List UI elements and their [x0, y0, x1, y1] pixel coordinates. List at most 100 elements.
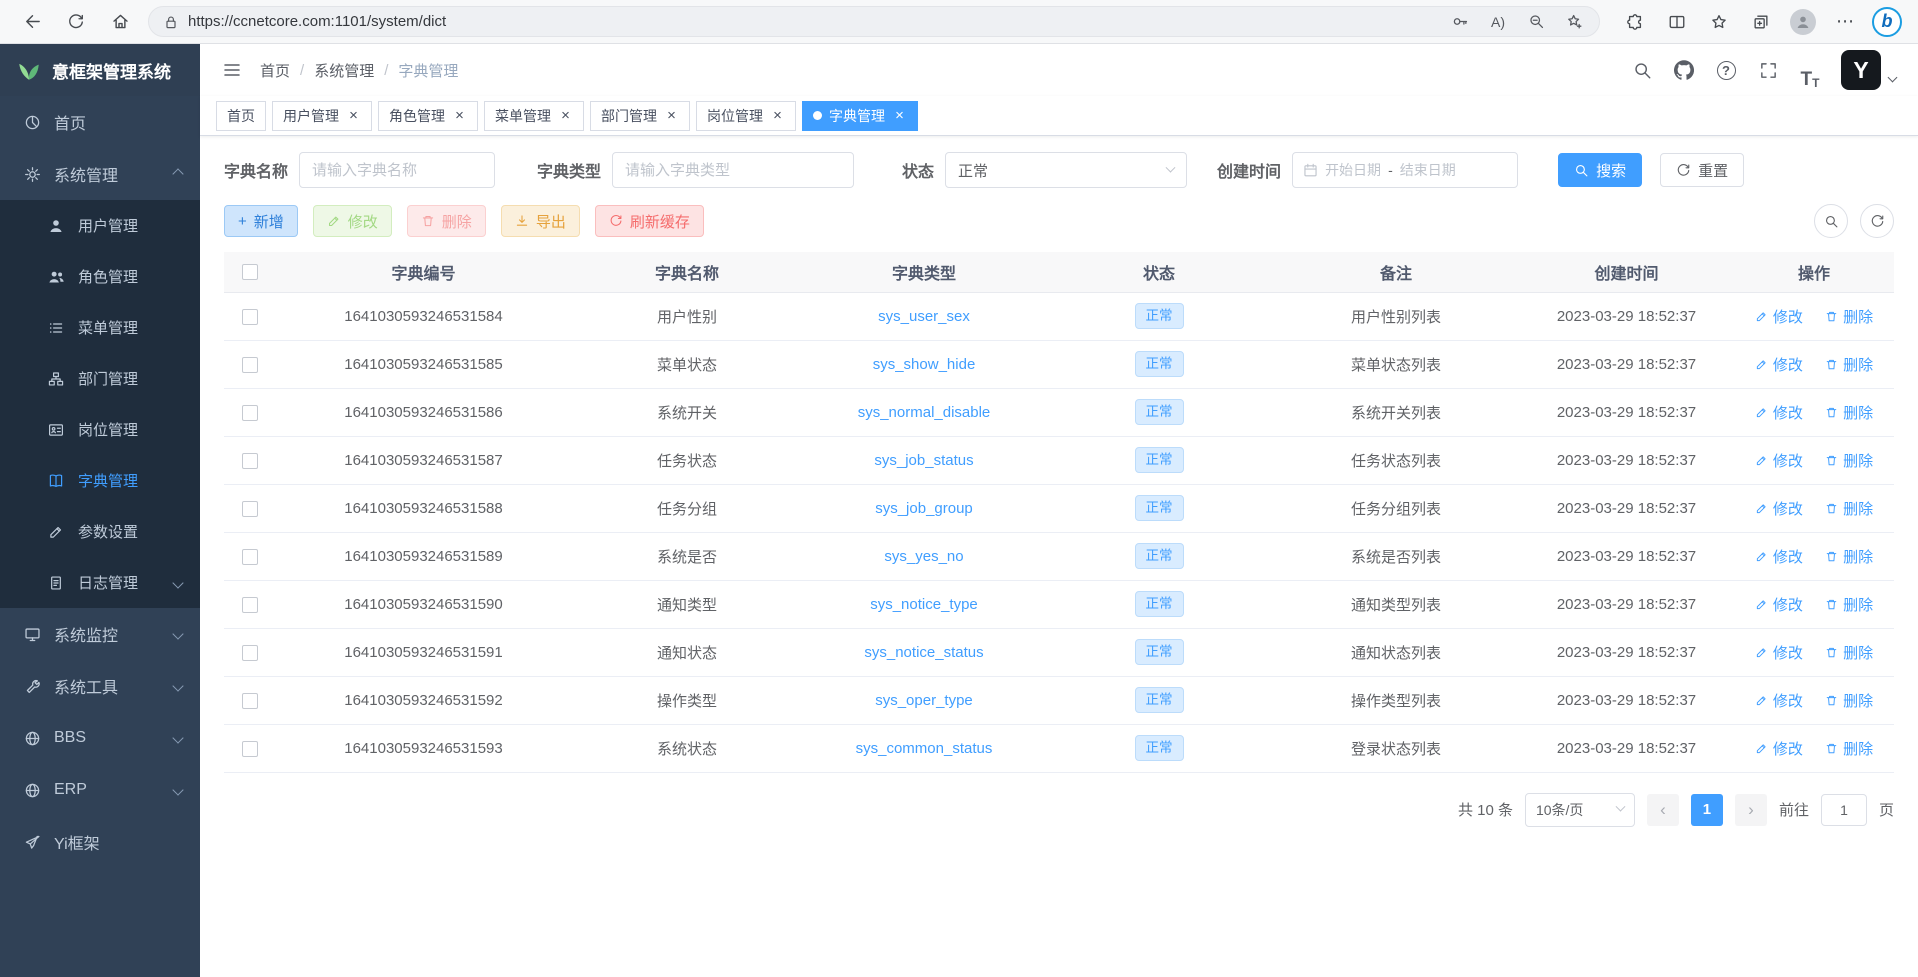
row-checkbox[interactable]: [242, 357, 258, 373]
sidebar-item-log-management[interactable]: 日志管理: [0, 557, 200, 608]
user-avatar[interactable]: Y: [1841, 50, 1881, 90]
dict-type-link[interactable]: sys_yes_no: [884, 548, 963, 565]
sidebar-item-dict-management[interactable]: 字典管理: [0, 455, 200, 506]
fullscreen-button[interactable]: [1749, 51, 1787, 89]
prev-page-button[interactable]: ‹: [1647, 794, 1679, 826]
sidebar-toggle-button[interactable]: [214, 52, 250, 88]
row-edit-button[interactable]: 修改: [1755, 690, 1803, 711]
row-checkbox[interactable]: [242, 405, 258, 421]
row-checkbox[interactable]: [242, 501, 258, 517]
sidebar-item-dept-management[interactable]: 部门管理: [0, 353, 200, 404]
bing-copilot-button[interactable]: b: [1866, 4, 1908, 40]
tab-dict-management[interactable]: 字典管理 ×: [802, 101, 918, 131]
goto-page-input[interactable]: [1821, 794, 1867, 826]
browser-back-button[interactable]: [10, 4, 54, 40]
sidebar-item-bbs[interactable]: BBS: [0, 712, 200, 764]
profile-button[interactable]: [1782, 4, 1824, 40]
breadcrumb-item-home[interactable]: 首页: [260, 60, 290, 81]
sidebar-item-user-management[interactable]: 用户管理: [0, 200, 200, 251]
row-delete-button[interactable]: 删除: [1825, 690, 1873, 711]
table-row[interactable]: 1641030593246531590 通知类型 sys_notice_type…: [224, 580, 1894, 628]
zoom-out-icon[interactable]: [1517, 8, 1555, 35]
table-row[interactable]: 1641030593246531589 系统是否 sys_yes_no 正常 系…: [224, 532, 1894, 580]
add-button[interactable]: + 新增: [224, 205, 298, 237]
row-edit-button[interactable]: 修改: [1755, 450, 1803, 471]
app-logo[interactable]: 意框架管理系统: [0, 44, 200, 96]
browser-home-button[interactable]: [98, 4, 142, 40]
status-select[interactable]: 正常: [945, 152, 1187, 188]
tab-dept-management[interactable]: 部门管理 ×: [590, 101, 690, 131]
browser-refresh-button[interactable]: [54, 4, 98, 40]
dict-type-link[interactable]: sys_job_group: [875, 500, 973, 517]
dict-type-link[interactable]: sys_notice_type: [870, 596, 978, 613]
row-checkbox[interactable]: [242, 645, 258, 661]
sidebar-item-erp[interactable]: ERP: [0, 764, 200, 816]
breadcrumb-item-system[interactable]: 系统管理: [314, 60, 374, 81]
refresh-cache-button[interactable]: 刷新缓存: [595, 205, 704, 237]
row-edit-button[interactable]: 修改: [1755, 498, 1803, 519]
row-checkbox[interactable]: [242, 693, 258, 709]
row-delete-button[interactable]: 删除: [1825, 402, 1873, 423]
address-bar[interactable]: https://ccnetcore.com:1101/system/dict A…: [148, 6, 1600, 37]
read-aloud-icon[interactable]: A): [1479, 8, 1517, 35]
sidebar-item-system-tools[interactable]: 系统工具: [0, 660, 200, 712]
tab-close-icon[interactable]: ×: [346, 108, 361, 123]
table-row[interactable]: 1641030593246531586 系统开关 sys_normal_disa…: [224, 388, 1894, 436]
favorites-button[interactable]: [1698, 4, 1740, 40]
tab-close-icon[interactable]: ×: [558, 108, 573, 123]
search-button[interactable]: 搜索: [1558, 153, 1642, 187]
add-favorite-icon[interactable]: [1555, 8, 1593, 35]
font-size-button[interactable]: TT: [1791, 51, 1829, 89]
dict-type-input[interactable]: [612, 152, 854, 188]
row-delete-button[interactable]: 删除: [1825, 306, 1873, 327]
sidebar-item-system-management[interactable]: 系统管理: [0, 148, 200, 200]
sidebar-item-home[interactable]: 首页: [0, 96, 200, 148]
help-button[interactable]: ?: [1707, 51, 1745, 89]
date-range-picker[interactable]: 开始日期 - 结束日期: [1292, 152, 1518, 188]
next-page-button[interactable]: ›: [1735, 794, 1767, 826]
row-delete-button[interactable]: 删除: [1825, 546, 1873, 567]
password-key-icon[interactable]: [1441, 8, 1479, 35]
tab-close-icon[interactable]: ×: [892, 108, 907, 123]
dict-type-link[interactable]: sys_common_status: [856, 740, 993, 757]
tab-close-icon[interactable]: ×: [770, 108, 785, 123]
row-checkbox[interactable]: [242, 453, 258, 469]
dict-type-link[interactable]: sys_user_sex: [878, 308, 970, 325]
row-delete-button[interactable]: 删除: [1825, 354, 1873, 375]
tab-close-icon[interactable]: ×: [664, 108, 679, 123]
row-delete-button[interactable]: 删除: [1825, 498, 1873, 519]
tab-post-management[interactable]: 岗位管理 ×: [696, 101, 796, 131]
dict-type-link[interactable]: sys_show_hide: [873, 356, 976, 373]
collections-button[interactable]: [1740, 4, 1782, 40]
row-edit-button[interactable]: 修改: [1755, 354, 1803, 375]
table-row[interactable]: 1641030593246531584 用户性别 sys_user_sex 正常…: [224, 292, 1894, 340]
split-screen-button[interactable]: [1656, 4, 1698, 40]
row-edit-button[interactable]: 修改: [1755, 594, 1803, 615]
dict-type-link[interactable]: sys_notice_status: [864, 644, 983, 661]
dict-type-link[interactable]: sys_oper_type: [875, 692, 973, 709]
current-page-button[interactable]: 1: [1691, 794, 1723, 826]
row-delete-button[interactable]: 删除: [1825, 594, 1873, 615]
sidebar-item-role-management[interactable]: 角色管理: [0, 251, 200, 302]
dict-name-input[interactable]: [299, 152, 495, 188]
row-edit-button[interactable]: 修改: [1755, 738, 1803, 759]
refresh-table-button[interactable]: [1860, 204, 1894, 238]
avatar-dropdown-caret-icon[interactable]: [1888, 72, 1898, 82]
page-size-select[interactable]: 10条/页: [1525, 793, 1635, 827]
tab-close-icon[interactable]: ×: [452, 108, 467, 123]
sidebar-item-yi-framework[interactable]: Yi框架: [0, 816, 200, 868]
dict-type-link[interactable]: sys_normal_disable: [858, 404, 991, 421]
extensions-button[interactable]: [1614, 4, 1656, 40]
row-checkbox[interactable]: [242, 597, 258, 613]
export-button[interactable]: 导出: [501, 205, 580, 237]
row-delete-button[interactable]: 删除: [1825, 450, 1873, 471]
select-all-checkbox[interactable]: [242, 264, 258, 280]
edit-button[interactable]: 修改: [313, 205, 392, 237]
row-checkbox[interactable]: [242, 741, 258, 757]
table-row[interactable]: 1641030593246531591 通知状态 sys_notice_stat…: [224, 628, 1894, 676]
delete-button[interactable]: 删除: [407, 205, 486, 237]
tab-home[interactable]: 首页: [216, 101, 266, 131]
row-edit-button[interactable]: 修改: [1755, 642, 1803, 663]
row-edit-button[interactable]: 修改: [1755, 402, 1803, 423]
row-edit-button[interactable]: 修改: [1755, 546, 1803, 567]
